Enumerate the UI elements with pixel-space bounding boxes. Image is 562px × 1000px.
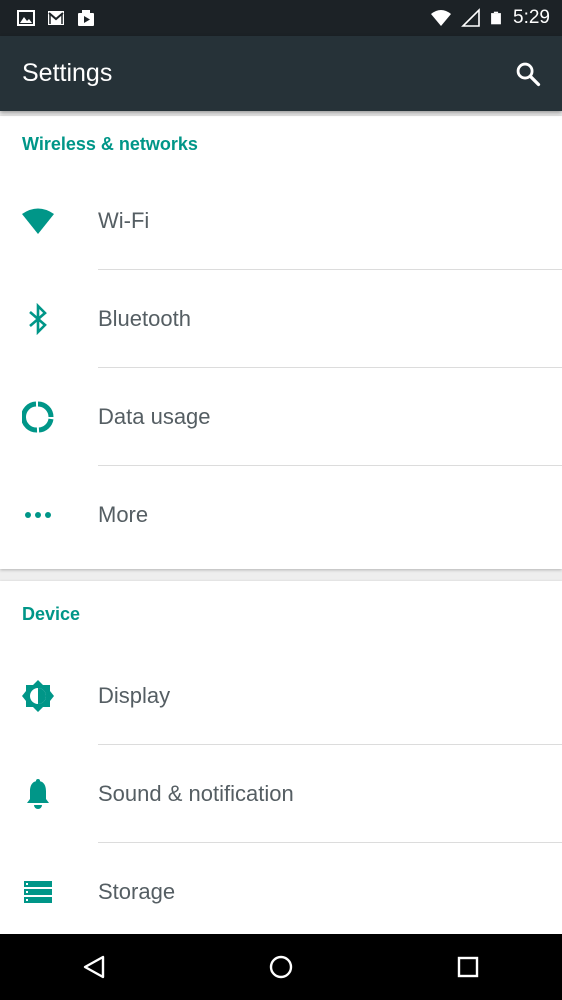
back-button[interactable] <box>64 937 124 997</box>
recents-button[interactable] <box>438 937 498 997</box>
settings-item-more[interactable]: More <box>0 466 562 564</box>
status-bar-notifications <box>0 8 96 28</box>
home-icon <box>269 955 293 979</box>
section-header: Wireless & networks <box>22 133 198 154</box>
bluetooth-icon <box>19 300 57 338</box>
settings-item-data-usage[interactable]: Data usage <box>0 368 562 466</box>
gmail-icon <box>48 11 64 25</box>
bell-icon <box>19 775 57 813</box>
section-device: Device Display Sound & notification Stor… <box>0 581 562 934</box>
storage-icon <box>19 873 57 911</box>
settings-item-label: Display <box>98 683 171 708</box>
settings-item-label: Wi-Fi <box>98 208 150 233</box>
status-bar-system: 5:29 <box>429 7 562 29</box>
settings-list[interactable]: Wireless & networks Wi-Fi Bluetooth Data… <box>0 111 562 934</box>
settings-item-wifi[interactable]: Wi-Fi <box>0 172 562 270</box>
search-button[interactable] <box>500 46 556 102</box>
settings-item-label: More <box>98 502 149 527</box>
search-icon <box>516 62 541 86</box>
settings-item-label: Sound & notification <box>98 781 294 806</box>
status-bar: 5:29 <box>0 0 562 36</box>
settings-item-display[interactable]: Display <box>0 647 562 745</box>
brightness-icon <box>19 677 57 715</box>
settings-item-label: Bluetooth <box>98 306 191 331</box>
page-title: Settings <box>22 59 113 87</box>
back-icon <box>83 955 104 979</box>
cell-signal-icon <box>461 8 480 27</box>
battery-icon <box>491 11 501 25</box>
settings-item-label: Data usage <box>98 404 211 429</box>
settings-item-label: Storage <box>98 879 176 904</box>
section-wireless-networks: Wireless & networks Wi-Fi Bluetooth Data… <box>0 116 562 569</box>
app-bar: Settings <box>0 36 562 111</box>
settings-item-bluetooth[interactable]: Bluetooth <box>0 270 562 368</box>
navigation-bar <box>0 934 562 1000</box>
wifi-icon <box>19 202 57 240</box>
wifi-signal-icon <box>431 10 452 26</box>
data-usage-icon <box>19 398 57 436</box>
status-time: 5:29 <box>513 7 550 28</box>
settings-item-storage[interactable]: Storage <box>0 843 562 934</box>
image-icon <box>17 10 35 26</box>
media-icon <box>78 10 94 26</box>
settings-item-sound-notification[interactable]: Sound & notification <box>0 745 562 843</box>
home-button[interactable] <box>251 937 311 997</box>
recents-icon <box>458 956 479 978</box>
more-dots-icon <box>19 496 57 534</box>
section-header: Device <box>22 603 81 624</box>
